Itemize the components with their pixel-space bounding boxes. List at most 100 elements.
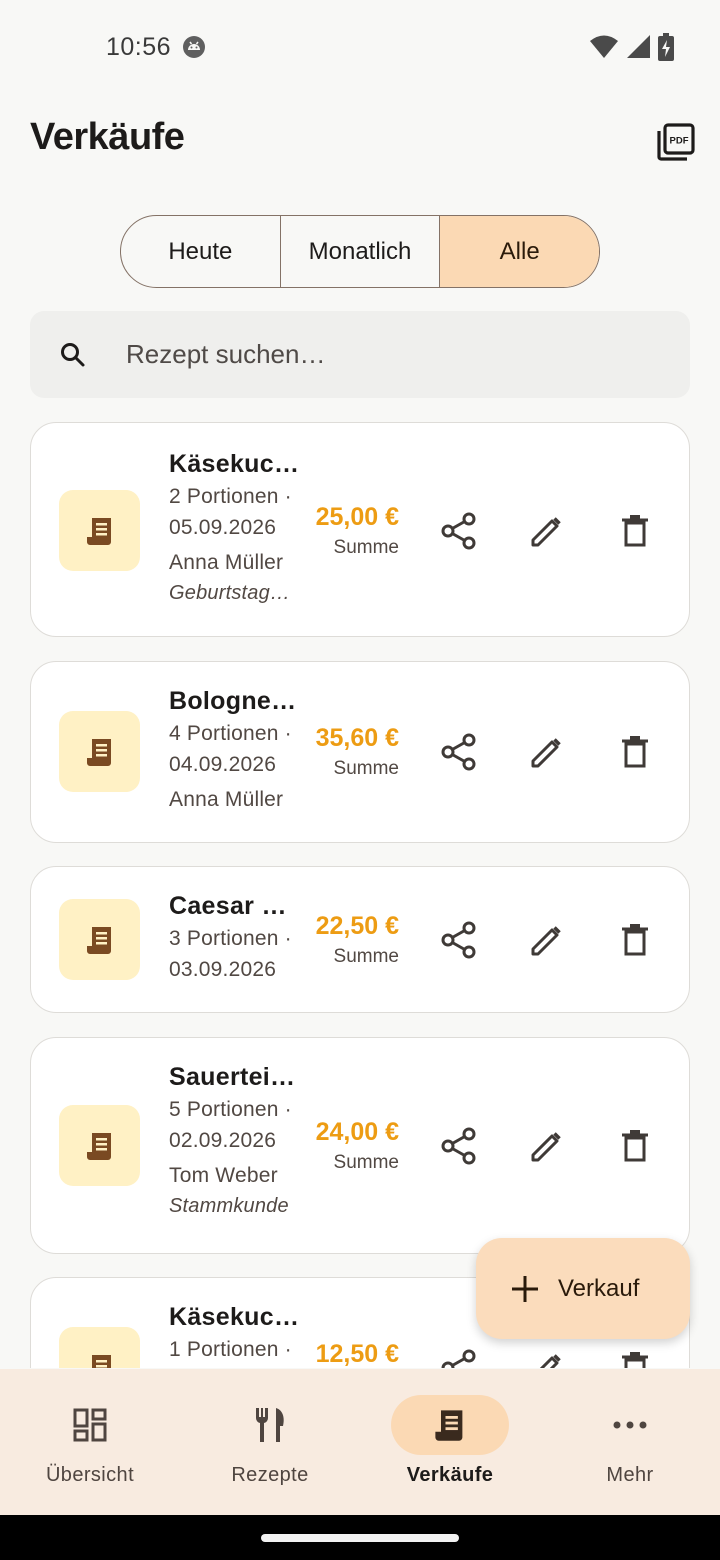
sale-actions: [415, 910, 679, 970]
trash-icon: [622, 1352, 648, 1368]
sale-portions: 5 Portionen ·: [169, 1098, 292, 1121]
sale-amount: 25,00 €: [315, 503, 399, 531]
dashboard-icon: [73, 1408, 107, 1442]
filter-today[interactable]: Heute: [121, 216, 281, 287]
sale-portions: 3 Portionen ·: [169, 927, 292, 950]
sale-amount-label: Summe: [333, 946, 399, 967]
sale-icon-box: [59, 899, 140, 980]
edit-button[interactable]: [503, 1116, 591, 1176]
trash-icon: [622, 515, 648, 547]
sale-date: 02.09.2026: [169, 1129, 277, 1152]
sale-title: Bologne…: [169, 687, 297, 715]
sale-card[interactable]: Caesar … 3 Portionen · 03.09.2026 22,50 …: [30, 866, 690, 1013]
pencil-icon: [539, 1354, 561, 1368]
receipt-icon: [86, 926, 111, 954]
sale-title: Sauertei…: [169, 1063, 296, 1091]
android-debug-icon: [183, 36, 205, 58]
nav-label: Rezepte: [231, 1464, 309, 1486]
sale-icon-box: [59, 1105, 140, 1186]
search-icon: [61, 343, 85, 367]
sale-details: Caesar … 3 Portionen · 03.09.2026: [169, 889, 303, 985]
delete-button[interactable]: [591, 1338, 679, 1368]
sale-customer: Anna Müller: [169, 551, 284, 574]
share-icon: [441, 1127, 476, 1165]
sale-total: 35,60 € Summe: [299, 723, 399, 781]
share-icon: [441, 733, 476, 771]
share-button[interactable]: [415, 722, 503, 782]
sale-details: Bologne… 4 Portionen · 04.09.2026 Anna M…: [169, 684, 303, 815]
search-input[interactable]: [126, 330, 646, 378]
sale-note: Geburtstag…: [169, 582, 291, 604]
receipt-icon: [86, 1132, 111, 1160]
pencil-icon: [531, 738, 561, 768]
share-icon: [441, 921, 476, 959]
receipt-icon: [86, 738, 111, 766]
filter-all[interactable]: Alle: [440, 216, 599, 287]
share-button[interactable]: [415, 910, 503, 970]
sale-total: 24,00 € Summe: [299, 1117, 399, 1175]
nav-indicator: [211, 1395, 329, 1455]
bottom-navigation: Übersicht Rezepte Verkäufe Mehr: [0, 1369, 720, 1515]
receipt-icon: [91, 1354, 111, 1368]
sale-details: Sauertei… 5 Portionen · 02.09.2026 Tom W…: [169, 1060, 303, 1222]
nav-indicator: [391, 1395, 509, 1455]
nav-item-sales[interactable]: Verkäufe: [360, 1369, 540, 1515]
pencil-icon: [531, 926, 561, 956]
nav-label: Übersicht: [45, 1464, 135, 1486]
sale-amount: 35,60 €: [315, 724, 399, 752]
sale-amount-label: Summe: [333, 1152, 399, 1173]
share-button[interactable]: [415, 501, 503, 561]
edit-button[interactable]: [503, 1338, 591, 1368]
export-pdf-button[interactable]: PDF: [652, 118, 700, 166]
sale-portions: 1 Portionen ·: [169, 1338, 292, 1361]
sale-icon-box: [59, 1327, 140, 1368]
add-sale-button[interactable]: Verkauf: [476, 1238, 690, 1339]
period-filter: Heute Monatlich Alle: [120, 215, 600, 288]
pencil-icon: [531, 1132, 561, 1162]
sale-amount: 24,00 €: [315, 1118, 399, 1146]
more-horizontal-icon: [613, 1421, 647, 1429]
pdf-icon: PDF: [657, 123, 695, 161]
nav-label: Mehr: [606, 1464, 654, 1486]
sale-total: 22,50 € Summe: [299, 911, 399, 969]
share-button[interactable]: [415, 1338, 503, 1368]
share-button[interactable]: [415, 1116, 503, 1176]
add-sale-label: Verkauf: [558, 1274, 640, 1302]
sale-portions: 4 Portionen ·: [169, 722, 292, 745]
sale-actions: [415, 722, 679, 782]
edit-button[interactable]: [503, 722, 591, 782]
sale-card[interactable]: Käsekuc… 2 Portionen · 05.09.2026 Anna M…: [30, 422, 690, 637]
sale-actions: [415, 1116, 679, 1176]
sales-list: Käsekuc… 2 Portionen · 05.09.2026 Anna M…: [0, 420, 720, 1368]
sale-amount: 12,50 €: [315, 1340, 399, 1368]
sale-card[interactable]: Sauertei… 5 Portionen · 02.09.2026 Tom W…: [30, 1037, 690, 1254]
trash-icon: [622, 924, 648, 956]
sale-date: 03.09.2026: [169, 958, 277, 981]
battery-charging-icon: [658, 33, 674, 61]
delete-button[interactable]: [591, 1116, 679, 1176]
nav-indicator: [31, 1395, 149, 1455]
delete-button[interactable]: [591, 722, 679, 782]
edit-button[interactable]: [503, 501, 591, 561]
pencil-icon: [531, 517, 561, 547]
edit-button[interactable]: [503, 910, 591, 970]
nav-item-overview[interactable]: Übersicht: [0, 1369, 180, 1515]
nav-label: Verkäufe: [406, 1464, 494, 1486]
nav-item-more[interactable]: Mehr: [540, 1369, 720, 1515]
sale-customer: Anna Müller: [169, 788, 284, 811]
sale-details: Käsekuc… 2 Portionen · 05.09.2026 Anna M…: [169, 447, 303, 609]
sale-actions: [415, 1338, 679, 1368]
home-gesture-handle[interactable]: [261, 1534, 459, 1542]
share-icon: [441, 1349, 476, 1368]
trash-icon: [622, 1130, 648, 1162]
delete-button[interactable]: [591, 501, 679, 561]
sale-amount: 22,50 €: [315, 912, 399, 940]
delete-button[interactable]: [591, 910, 679, 970]
filter-monthly[interactable]: Monatlich: [281, 216, 441, 287]
sale-total: 12,50 €: [299, 1339, 399, 1368]
signal-icon: [627, 35, 650, 58]
sale-icon-box: [59, 490, 140, 571]
sale-title: Caesar …: [169, 892, 287, 920]
nav-item-recipes[interactable]: Rezepte: [180, 1369, 360, 1515]
sale-card[interactable]: Bologne… 4 Portionen · 04.09.2026 Anna M…: [30, 661, 690, 843]
